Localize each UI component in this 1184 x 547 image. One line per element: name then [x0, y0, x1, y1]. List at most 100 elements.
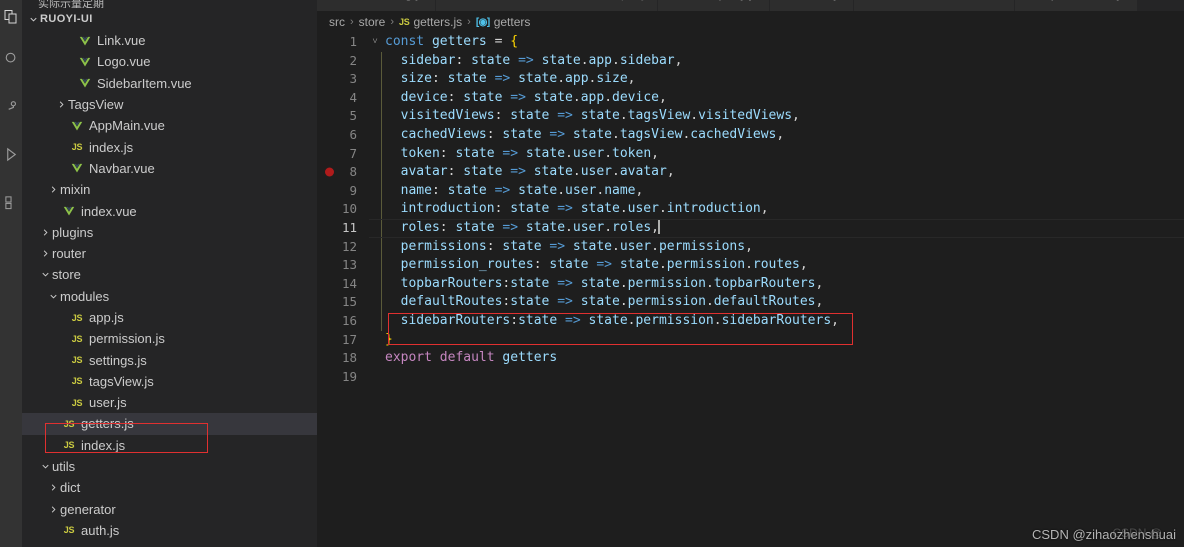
explorer-icon[interactable] [0, 0, 22, 34]
editor-tab-vue-config-js[interactable]: JSvue.config.js [317, 0, 437, 11]
code-line-15[interactable]: 15 defaultRoutes:state => state.permissi… [317, 293, 1184, 312]
tree-item-label: Link.vue [97, 33, 146, 49]
code-editor[interactable]: 1 ˅ const getters = {2 sidebar: state => s… [317, 33, 1184, 533]
source-control-icon[interactable] [0, 82, 22, 130]
line-number: 6 [349, 126, 357, 142]
code-line-9[interactable]: 9 name: state => state.user.name, [317, 181, 1184, 201]
tree-item-label: index.js [89, 139, 134, 155]
chevron-down-icon[interactable] [26, 9, 40, 30]
breadcrumb-item-getters-js[interactable]: JS getters.js [399, 15, 462, 29]
line-number: 10 [341, 201, 357, 217]
line-number: 16 [341, 312, 357, 328]
project-name: RUOYI-UI [40, 13, 93, 25]
tree-item-plugins[interactable]: plugins [22, 222, 317, 243]
code-line-14[interactable]: 14 topbarRouters:state => state.permissi… [317, 274, 1184, 294]
vue-file-icon [68, 120, 86, 132]
tree-item-index-js[interactable]: JS index.js [22, 136, 317, 157]
tree-item-label: auth.js [81, 522, 120, 538]
tree-item-label: generator [60, 501, 116, 517]
chevron-down-icon[interactable] [46, 286, 60, 307]
tree-item-router[interactable]: router [22, 243, 317, 264]
tree-item-tagsview[interactable]: TagsView [22, 94, 317, 115]
tree-item-label: AppMain.vue [89, 118, 165, 134]
line-number: 14 [341, 275, 357, 291]
code-line-10[interactable]: 10 introduction: state => state.user.int… [317, 200, 1184, 219]
breadcrumb-item-store[interactable]: store [359, 15, 386, 29]
breadcrumb-item-getters[interactable]: [◉] getters [476, 15, 531, 29]
chevron-down-icon[interactable] [38, 456, 52, 477]
extensions-icon[interactable] [0, 178, 22, 226]
js-file-icon: JS [63, 525, 75, 536]
code-line-11[interactable]: 11 roles: state => state.user.roles, [317, 218, 1184, 238]
tree-item-index-js[interactable]: JS index.js [22, 435, 317, 456]
editor-tab-index-vue-4[interactable]: index.vue ...\sidebar [854, 0, 1015, 11]
tree-item-navbar-vue[interactable]: Navbar.vue [22, 158, 317, 179]
chevron-right-icon[interactable] [46, 499, 60, 520]
tree-item-user-js[interactable]: JS user.js [22, 392, 317, 413]
code-line-4[interactable]: 4 device: state => state.app.device, [317, 88, 1184, 108]
tree-item-utils[interactable]: utils [22, 456, 317, 477]
tree-item-auth-js[interactable]: JS auth.js [22, 520, 317, 541]
code-line-16[interactable]: 16 sidebarRouters:state => state.permiss… [317, 311, 1184, 331]
tree-item-tagsview-js[interactable]: JS tagsView.js [22, 371, 317, 392]
code-line-2[interactable]: 2 sidebar: state => state.app.sidebar, [317, 51, 1184, 71]
editor-tab-permission-js[interactable]: JSpermission.js [1014, 0, 1138, 11]
tree-item-index-vue[interactable]: index.vue [22, 200, 317, 221]
code-line-8[interactable]: 8 avatar: state => state.user.avatar, [317, 163, 1184, 182]
breadcrumb-label: getters [493, 15, 531, 29]
code-line-18[interactable]: 18 export default getters [317, 349, 1184, 368]
code-line-12[interactable]: 12 permissions: state => state.user.perm… [317, 237, 1184, 257]
code-line-1[interactable]: 1 ˅ const getters = { [317, 33, 1184, 52]
code-text: visitedViews: state => state.tagsView.vi… [381, 107, 800, 126]
editor-tab-company-js[interactable]: JScompany.js [657, 0, 770, 11]
search-icon[interactable] [0, 34, 22, 82]
tree-item-sidebaritem-vue[interactable]: SidebarItem.vue [22, 73, 317, 94]
tree-item-getters-js[interactable]: JS getters.js [22, 413, 317, 435]
line-number: 7 [349, 145, 357, 161]
chevron-right-icon[interactable] [38, 222, 52, 243]
editor-tab-index-vue-1[interactable]: index.vue ...\customerCompany [436, 0, 658, 11]
chevron-right-icon[interactable] [38, 243, 52, 264]
code-line-13[interactable]: 13 permission_routes: state => state.per… [317, 256, 1184, 275]
tree-item-label: getters.js [81, 416, 134, 432]
tree-item-store[interactable]: store [22, 264, 317, 285]
code-line-17[interactable]: 17} [317, 331, 1184, 350]
line-number: 3 [349, 71, 357, 87]
tree-item-label: SidebarItem.vue [97, 75, 192, 91]
tree-item-appmain-vue[interactable]: AppMain.vue [22, 115, 317, 136]
code-line-5[interactable]: 5 visitedViews: state => state.tagsView.… [317, 107, 1184, 126]
explorer-project-header[interactable]: RUOYI-UI [22, 8, 317, 30]
breadcrumb-item-src[interactable]: src [329, 15, 345, 29]
tree-item-mixin[interactable]: mixin [22, 179, 317, 200]
code-line-6[interactable]: 6 cachedViews: state => state.tagsView.c… [317, 125, 1184, 145]
code-line-7[interactable]: 7 token: state => state.user.token, [317, 144, 1184, 164]
line-number: 1 [349, 34, 357, 49]
vue-file-icon [60, 205, 78, 217]
tree-item-settings-js[interactable]: JS settings.js [22, 349, 317, 370]
chevron-right-icon[interactable] [46, 179, 60, 200]
line-number: 5 [349, 108, 357, 124]
tree-item-dict[interactable]: dict [22, 477, 317, 498]
chevron-right-icon[interactable] [54, 94, 68, 115]
tree-item-label: index.js [81, 437, 126, 453]
line-number: 18 [341, 350, 357, 366]
tree-item-modules[interactable]: modules [22, 286, 317, 307]
run-debug-icon[interactable] [0, 130, 22, 178]
fold-indicator[interactable]: ˅ [369, 33, 381, 52]
tree-item-link-vue[interactable]: Link.vue [22, 30, 317, 51]
js-file-icon: JS [71, 355, 83, 366]
chevron-down-icon[interactable] [38, 264, 52, 285]
code-text: size: state => state.app.size, [381, 70, 636, 89]
code-line-3[interactable]: 3 size: state => state.app.size, [317, 70, 1184, 89]
chevron-right-icon[interactable] [46, 477, 60, 498]
tree-item-app-js[interactable]: JS app.js [22, 307, 317, 328]
tree-item-logo-vue[interactable]: Logo.vue [22, 51, 317, 72]
code-text: name: state => state.user.name, [381, 181, 643, 201]
tree-item-label: Logo.vue [97, 54, 151, 70]
tree-item-permission-js[interactable]: JS permission.js [22, 328, 317, 349]
tree-item-generator[interactable]: generator [22, 499, 317, 520]
editor-tab-user-js[interactable]: JSuser.js [769, 0, 855, 11]
line-number: 4 [349, 89, 357, 105]
editor-area: JSvue.config.jsindex.vue...\customerComp… [317, 0, 1184, 547]
code-line-19[interactable]: 19 [317, 368, 1184, 387]
